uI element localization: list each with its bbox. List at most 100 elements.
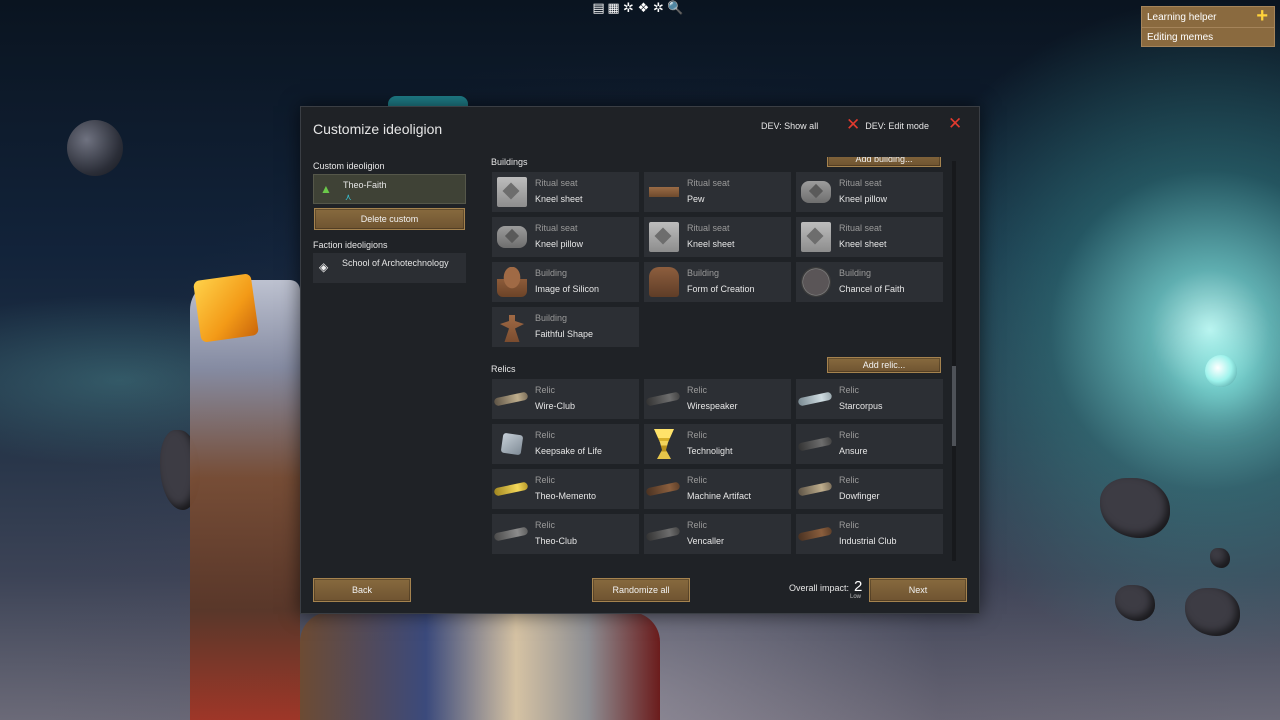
add-relic-button[interactable]: Add relic...: [827, 357, 941, 373]
background-planet-right: [1205, 355, 1237, 387]
relic-tile[interactable]: Relic Industrial Club: [796, 514, 943, 554]
relic-tile[interactable]: Relic Ansure: [796, 424, 943, 464]
relic-tile[interactable]: Relic Technolight: [644, 424, 791, 464]
faction-ideoligion-name: School of Archotechnology: [342, 258, 449, 268]
dev-show-all-toggle[interactable]: DEV: Show all: [761, 121, 818, 131]
tile-category: Relic: [535, 520, 556, 530]
club-icon: [645, 481, 681, 497]
tile-category: Relic: [687, 430, 708, 440]
building-tile[interactable]: Ritual seat Kneel sheet: [492, 172, 639, 212]
chancel-icon: [801, 267, 831, 297]
tile-name: Kneel pillow: [839, 194, 888, 204]
scrollbar[interactable]: [952, 161, 956, 561]
tile-name: Theo-Memento: [535, 491, 597, 501]
building-tile[interactable]: Ritual seat Pew: [644, 172, 791, 212]
tile-category: Relic: [535, 430, 556, 440]
dev-edit-mode-toggle[interactable]: ✕ DEV: Edit mode: [846, 117, 929, 134]
tile-name: Kneel sheet: [687, 239, 735, 249]
learning-helper-item[interactable]: Editing memes: [1142, 27, 1274, 47]
relic-tile[interactable]: Relic Keepsake of Life: [492, 424, 639, 464]
tile-name: Wirespeaker: [687, 401, 738, 411]
faction-ideoligions-label: Faction ideoligions: [313, 240, 388, 250]
next-button[interactable]: Next: [869, 578, 967, 602]
tile-category: Relic: [839, 520, 860, 530]
tile-name: Dowfinger: [839, 491, 880, 501]
tile-category: Relic: [687, 385, 708, 395]
sculpture-icon: [500, 312, 524, 342]
tile-category: Ritual seat: [687, 178, 730, 188]
background-asteroid: [1210, 548, 1230, 568]
tile-name: Ansure: [839, 446, 868, 456]
club-icon: [645, 526, 681, 542]
building-tile[interactable]: Ritual seat Kneel pillow: [492, 217, 639, 257]
tile-name: Image of Silicon: [535, 284, 600, 294]
tile-name: Technolight: [687, 446, 733, 456]
background-asteroid: [1185, 588, 1240, 636]
building-tile[interactable]: Ritual seat Kneel pillow: [796, 172, 943, 212]
paw-icon[interactable]: ❖: [637, 2, 650, 16]
relic-tile[interactable]: Relic Wirespeaker: [644, 379, 791, 419]
tile-name: Pew: [687, 194, 705, 204]
relic-tile[interactable]: Relic Vencaller: [644, 514, 791, 554]
search-icon[interactable]: 🔍: [667, 2, 683, 16]
relic-tile[interactable]: Relic Wire-Club: [492, 379, 639, 419]
buildings-label: Buildings: [491, 157, 528, 167]
tile-category: Ritual seat: [535, 178, 578, 188]
back-button[interactable]: Back: [313, 578, 411, 602]
close-icon[interactable]: ✕: [948, 116, 962, 133]
chalice-icon: [654, 429, 674, 459]
table-icon[interactable]: ▦: [607, 2, 620, 16]
relic-tile[interactable]: Relic Starcorpus: [796, 379, 943, 419]
club-icon: [493, 526, 529, 542]
kneel-sheet-icon: [497, 177, 527, 207]
delete-custom-button[interactable]: Delete custom: [314, 208, 465, 230]
gear-alt-icon[interactable]: ✲: [652, 2, 665, 16]
faction-ideoligion-item[interactable]: ◈ School of Archotechnology: [313, 253, 466, 283]
scrollbar-thumb[interactable]: [952, 366, 956, 446]
tile-name: Form of Creation: [687, 284, 755, 294]
add-building-button[interactable]: Add building...: [827, 157, 941, 167]
custom-ideoligion-label: Custom ideoligion: [313, 161, 385, 171]
tile-category: Relic: [535, 385, 556, 395]
club-icon: [493, 391, 529, 407]
kneel-sheet-icon: [649, 222, 679, 252]
building-tile[interactable]: Ritual seat Kneel sheet: [644, 217, 791, 257]
tile-category: Relic: [687, 475, 708, 485]
list-icon[interactable]: ▤: [592, 2, 605, 16]
statue-icon: [497, 267, 527, 297]
ideoligion-triangle-icon: ▲: [320, 182, 332, 196]
background-planet-left: [67, 120, 123, 176]
building-tile[interactable]: Building Chancel of Faith: [796, 262, 943, 302]
ideoligion-symbol-icon: ⋏: [345, 192, 352, 202]
relic-tile[interactable]: Relic Theo-Club: [492, 514, 639, 554]
tile-name: Machine Artifact: [687, 491, 752, 501]
learning-helper-header[interactable]: Learning helper +: [1142, 6, 1274, 27]
tile-category: Ritual seat: [839, 178, 882, 188]
relic-tile[interactable]: Relic Dowfinger: [796, 469, 943, 509]
tile-name: Kneel sheet: [839, 239, 887, 249]
background-asteroid: [1100, 478, 1170, 538]
character-art: [190, 280, 300, 720]
tile-category: Relic: [839, 475, 860, 485]
building-tile[interactable]: Ritual seat Kneel sheet: [796, 217, 943, 257]
learning-helper-panel: Learning helper + Editing memes: [1141, 6, 1275, 47]
tile-name: Chancel of Faith: [839, 284, 905, 294]
custom-ideoligion-item[interactable]: ▲ Theo-Faith ⋏: [313, 174, 466, 204]
tile-name: Kneel sheet: [535, 194, 583, 204]
custom-ideoligion-name: Theo-Faith: [343, 180, 387, 190]
ideoligion-content-scroll[interactable]: Buildings Add building... Ritual seat Kn…: [491, 157, 961, 562]
relic-tile[interactable]: Relic Machine Artifact: [644, 469, 791, 509]
relic-tile[interactable]: Relic Theo-Memento: [492, 469, 639, 509]
archotech-icon: ◈: [319, 260, 329, 274]
gear-icon[interactable]: ✲: [622, 2, 635, 16]
plus-icon[interactable]: +: [1256, 6, 1268, 26]
building-tile[interactable]: Building Form of Creation: [644, 262, 791, 302]
building-tile[interactable]: Building Faithful Shape: [492, 307, 639, 347]
overall-impact-level: Low: [850, 594, 862, 600]
tile-category: Building: [687, 268, 720, 278]
club-icon: [645, 391, 681, 407]
tile-name: Vencaller: [687, 536, 725, 546]
randomize-all-button[interactable]: Randomize all: [592, 578, 690, 602]
club-icon: [493, 481, 529, 497]
building-tile[interactable]: Building Image of Silicon: [492, 262, 639, 302]
